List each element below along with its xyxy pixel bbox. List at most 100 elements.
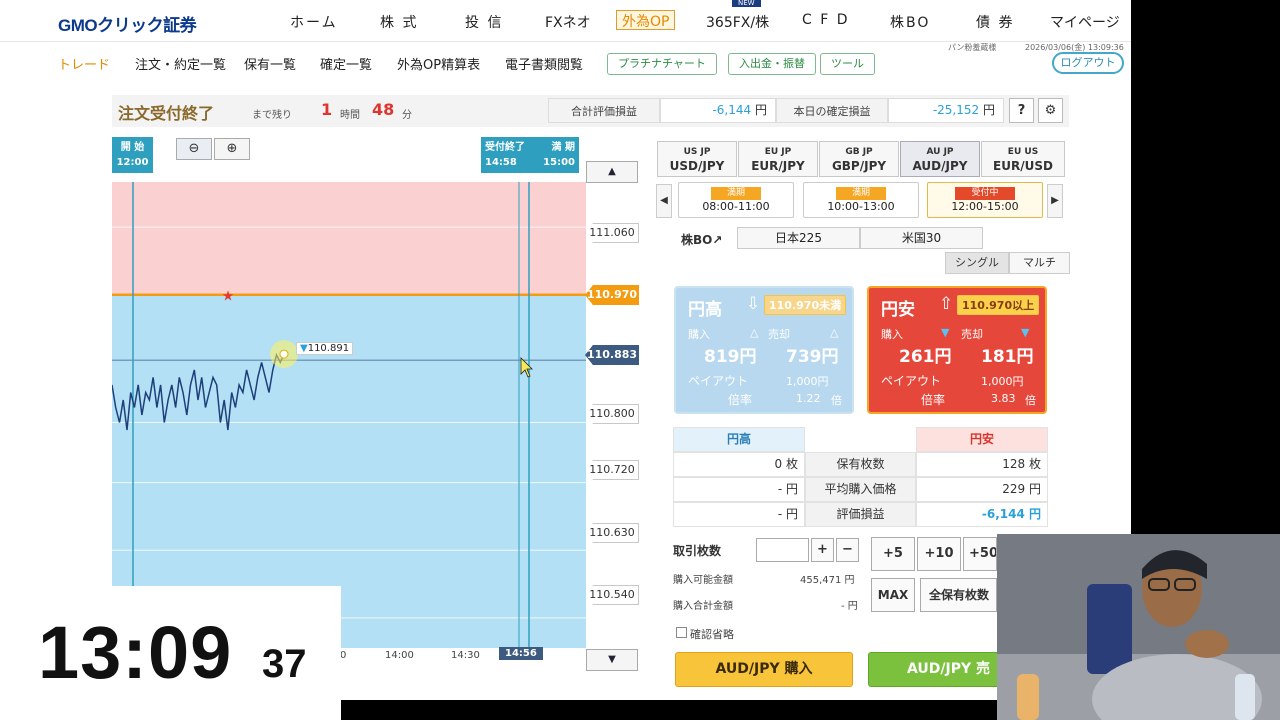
hours-unit: 時間 <box>340 110 360 121</box>
avg-price-label: 平均購入価格 <box>805 477 916 502</box>
arrow-down-icon: ⇩ <box>746 294 761 314</box>
stock-bo-link[interactable]: 株BO↗ <box>681 231 722 248</box>
triangle-down-icon: ▼ <box>1021 326 1030 339</box>
flag-icon: EU US <box>1007 147 1039 157</box>
pair-eurjpy[interactable]: EU JP EUR/JPY <box>738 141 818 177</box>
time-tick: 14:30 <box>451 650 480 661</box>
price-tick: 110.630 <box>585 523 639 543</box>
slot-1000[interactable]: 満期 10:00-13:00 <box>803 182 919 218</box>
page-title: 注文受付終了 <box>118 104 215 123</box>
sub-navigation: トレード 注文・約定一覧 保有一覧 確定一覧 外為OP精算表 電子書類閲覧 プラ… <box>0 42 1131 86</box>
positions-col-low: 円安 <box>916 427 1048 452</box>
today-pl-value: -25,152 円 <box>888 98 1004 123</box>
triangle-icon: △ <box>830 326 839 339</box>
flag-icon: AU JP <box>926 147 954 157</box>
target-price-tag: 110.970 <box>585 285 639 305</box>
zoom-out-icon: ⊖ <box>188 141 200 156</box>
held-qty-high: 0 枚 <box>673 452 805 477</box>
qty-minus-button[interactable]: − <box>836 538 859 562</box>
webcam-person-image <box>997 534 1280 720</box>
qty-plus50-button[interactable]: +50 <box>963 537 997 571</box>
bo-nikkei225-button[interactable]: 日本225 <box>737 227 860 249</box>
avail-amount-value: 455,471 円 <box>800 575 855 586</box>
max-button[interactable]: MAX <box>871 578 915 612</box>
current-price-tag: 110.883 <box>585 345 639 365</box>
nav-cfd[interactable]: C F D <box>802 12 850 28</box>
price-chart[interactable]: ★ <box>112 182 586 648</box>
subnav-settled[interactable]: 確定一覧 <box>320 54 372 73</box>
qty-plus-button[interactable]: + <box>811 538 834 562</box>
zoom-in-button[interactable]: ⊕ <box>214 138 250 160</box>
scroll-up-button[interactable]: ▲ <box>586 161 638 183</box>
nav-mypage[interactable]: マイページ <box>1050 12 1120 32</box>
nav-home[interactable]: ホーム <box>290 12 338 32</box>
mode-multi-button[interactable]: マルチ <box>1009 252 1070 274</box>
triangle-down-icon: ▼ <box>941 326 950 339</box>
slot-0800[interactable]: 満期 08:00-11:00 <box>678 182 794 218</box>
nav-fx-option[interactable]: 外為OP <box>616 10 676 30</box>
slot-next-button[interactable]: ▶ <box>1047 184 1063 218</box>
qty-plus5-button[interactable]: +5 <box>871 537 915 571</box>
total-amount-value: - 円 <box>841 601 858 612</box>
held-qty-low: 128 枚 <box>916 452 1048 477</box>
buy-button[interactable]: AUD/JPY 購入 <box>675 652 853 687</box>
avg-price-high: - 円 <box>673 477 805 502</box>
mode-single-button[interactable]: シングル <box>945 252 1009 274</box>
yen-low-card[interactable]: 円安 ⇧ 110.970以上 購入 ▼ 売却 ▼ 261円 181円 ペイアウト… <box>867 286 1047 414</box>
avail-amount-label: 購入可能金額 <box>673 575 733 586</box>
current-time-tag: 14:56 <box>499 647 543 660</box>
top-navigation: GMOクリック証券 NEW ホーム 株 式 投 信 FXネオ 外為OP 365F… <box>0 0 1131 42</box>
subnav-trade[interactable]: トレード <box>58 54 110 73</box>
settings-button[interactable]: ⚙ <box>1038 98 1063 123</box>
avg-price-low: 229 円 <box>916 477 1048 502</box>
slot-1200[interactable]: 受付中 12:00-15:00 <box>927 182 1043 218</box>
pair-usdjpy[interactable]: US JP USD/JPY <box>657 141 737 177</box>
remaining-hours: 1 <box>321 100 333 119</box>
confirm-skip-checkbox[interactable] <box>676 627 687 638</box>
total-amount-label: 購入合計金額 <box>673 601 733 612</box>
slot-prev-button[interactable]: ◀ <box>656 184 672 218</box>
nav-stocks[interactable]: 株 式 <box>380 12 418 32</box>
chevron-right-icon: ▶ <box>1051 195 1059 206</box>
chevron-left-icon: ◀ <box>660 195 668 206</box>
pair-eurusd[interactable]: EU US EUR/USD <box>981 141 1065 177</box>
nav-funds[interactable]: 投 信 <box>465 12 503 32</box>
sell-button[interactable]: AUD/JPY 売 <box>868 652 998 687</box>
subnav-orders[interactable]: 注文・約定一覧 <box>135 54 226 73</box>
arrow-up-icon: ⇧ <box>939 294 954 314</box>
user-name: パン粉羞蔵様 <box>948 43 997 52</box>
flag-icon: US JP <box>683 147 711 157</box>
nav-fxneo[interactable]: FXネオ <box>545 12 591 32</box>
qty-input[interactable] <box>756 538 809 562</box>
positions-col-high: 円高 <box>673 427 805 452</box>
logout-button[interactable]: ログアウト <box>1052 52 1124 74</box>
subnav-holdings[interactable]: 保有一覧 <box>244 54 296 73</box>
marker-price-label: ▼110.891 <box>296 342 354 355</box>
yen-high-card[interactable]: 円高 ⇩ 110.970未満 購入 △ 売却 △ 819円 739円 ペイアウト… <box>674 286 854 414</box>
pair-gbpjpy[interactable]: GB JP GBP/JPY <box>819 141 899 177</box>
flag-icon: GB JP <box>845 147 873 157</box>
flag-icon: EU JP <box>764 147 792 157</box>
all-holdings-button[interactable]: 全保有枚数 <box>920 578 997 612</box>
price-tick: 110.540 <box>585 585 639 605</box>
platinum-chart-button[interactable]: プラチナチャート <box>607 53 717 75</box>
time-tick: 14:00 <box>385 650 414 661</box>
subnav-documents[interactable]: 電子書類閲覧 <box>505 54 583 73</box>
nav-stock-bo[interactable]: 株BO <box>890 12 930 32</box>
tools-button[interactable]: ツール <box>820 53 875 75</box>
subnav-settlement-table[interactable]: 外為OP精算表 <box>397 54 480 73</box>
qty-plus10-button[interactable]: +10 <box>917 537 961 571</box>
scroll-down-button[interactable]: ▼ <box>586 649 638 671</box>
nav-bonds[interactable]: 債 券 <box>976 12 1014 32</box>
minutes-unit: 分 <box>402 110 412 121</box>
nav-365fx[interactable]: 365FX/株 <box>706 12 769 32</box>
deposit-transfer-button[interactable]: 入出金・振替 <box>728 53 816 75</box>
external-link-icon: ↗ <box>712 233 723 247</box>
pair-audjpy[interactable]: AU JP AUD/JPY <box>900 141 980 177</box>
price-tick: 110.800 <box>585 404 639 424</box>
bo-dow30-button[interactable]: 米国30 <box>860 227 983 249</box>
help-button[interactable]: ? <box>1009 98 1034 123</box>
eval-pl-low: -6,144 円 <box>916 502 1048 527</box>
remaining-label: まで残り <box>252 110 292 121</box>
zoom-out-button[interactable]: ⊖ <box>176 138 212 160</box>
